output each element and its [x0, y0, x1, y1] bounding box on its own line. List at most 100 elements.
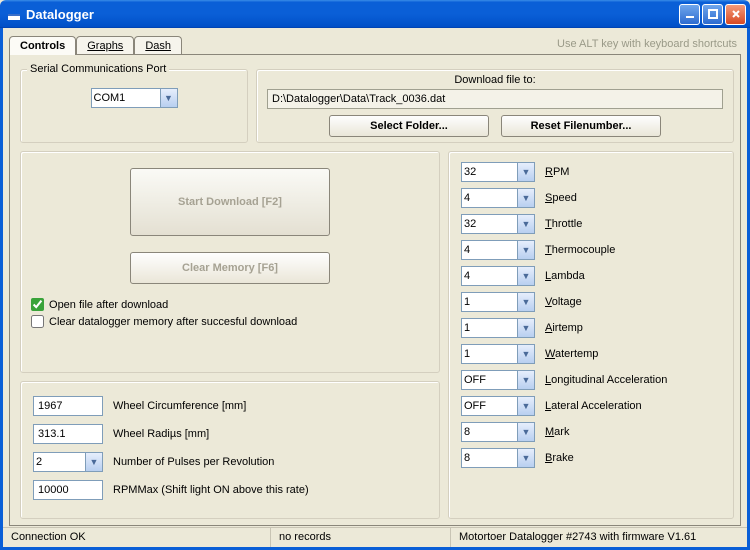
- close-button[interactable]: [725, 4, 746, 25]
- tab-graphs[interactable]: Graphs: [76, 36, 134, 54]
- dropdown-icon[interactable]: ▼: [518, 162, 535, 182]
- channel-value-input[interactable]: [461, 396, 518, 416]
- keyboard-hint: Use ALT key with keyboard shortcuts: [557, 38, 741, 54]
- channel-label: Lateral Acceleration: [545, 400, 642, 412]
- channel-label: Voltage: [545, 296, 582, 308]
- status-connection: Connection OK: [3, 528, 271, 547]
- channel-value-input[interactable]: [461, 240, 518, 260]
- dropdown-icon[interactable]: ▼: [86, 452, 103, 472]
- dropdown-icon[interactable]: ▼: [518, 370, 535, 390]
- channel-select[interactable]: ▼: [461, 292, 535, 312]
- channel-select[interactable]: ▼: [461, 448, 535, 468]
- status-bar: Connection OK no records Motortoer Datal…: [3, 527, 747, 547]
- serial-port-value[interactable]: [91, 88, 161, 108]
- channel-select[interactable]: ▼: [461, 162, 535, 182]
- serial-port-select[interactable]: ▼: [91, 88, 178, 108]
- channel-label: Longitudinal Acceleration: [545, 374, 667, 386]
- dropdown-icon[interactable]: ▼: [518, 266, 535, 286]
- channel-label: Lambda: [545, 270, 585, 282]
- select-folder-button[interactable]: Select Folder...: [329, 115, 489, 137]
- rpmmax-input[interactable]: [33, 480, 103, 500]
- window-title: Datalogger: [26, 7, 94, 22]
- channel-value-input[interactable]: [461, 214, 518, 234]
- dropdown-icon[interactable]: ▼: [518, 422, 535, 442]
- channel-row: ▼ Watertemp: [461, 344, 721, 364]
- dropdown-icon[interactable]: ▼: [161, 88, 178, 108]
- wheel-radius-label: Wheel Radiµs [mm]: [113, 428, 209, 440]
- channel-label: RPM: [545, 166, 569, 178]
- channel-select[interactable]: ▼: [461, 318, 535, 338]
- download-group: Download file to: Select Folder... Reset…: [256, 69, 734, 143]
- dropdown-icon[interactable]: ▼: [518, 396, 535, 416]
- app-icon: [6, 6, 22, 22]
- pulses-select[interactable]: ▼: [33, 452, 103, 472]
- channels-group: ▼RPM▼Speed▼Throttle▼Thermocouple▼Lambda▼…: [448, 151, 734, 519]
- channel-row: ▼ Airtemp: [461, 318, 721, 338]
- channel-row: ▼ RPM: [461, 162, 721, 182]
- channel-select[interactable]: ▼: [461, 214, 535, 234]
- channel-label: Brake: [545, 452, 574, 464]
- dropdown-icon[interactable]: ▼: [518, 214, 535, 234]
- channel-row: ▼ Speed: [461, 188, 721, 208]
- dropdown-icon[interactable]: ▼: [518, 240, 535, 260]
- channel-value-input[interactable]: [461, 448, 518, 468]
- status-records: no records: [271, 528, 451, 547]
- dropdown-icon[interactable]: ▼: [518, 344, 535, 364]
- channel-value-input[interactable]: [461, 370, 518, 390]
- wheel-radius-input[interactable]: [33, 424, 103, 444]
- channel-label: Thermocouple: [545, 244, 615, 256]
- channel-value-input[interactable]: [461, 266, 518, 286]
- dropdown-icon[interactable]: ▼: [518, 448, 535, 468]
- status-device: Motortoer Datalogger #2743 with firmware…: [451, 528, 747, 547]
- channel-value-input[interactable]: [461, 162, 518, 182]
- channel-row: ▼ Lateral Acceleration: [461, 396, 721, 416]
- dropdown-icon[interactable]: ▼: [518, 292, 535, 312]
- channel-label: Airtemp: [545, 322, 583, 334]
- wheel-group: Wheel Circumference [mm] Wheel Radiµs [m…: [20, 381, 440, 519]
- wheel-circumference-input[interactable]: [33, 396, 103, 416]
- clear-after-checkbox[interactable]: [31, 315, 44, 328]
- start-download-button[interactable]: Start Download [F2]: [130, 168, 330, 236]
- download-caption: Download file to:: [267, 74, 723, 86]
- minimize-button[interactable]: [679, 4, 700, 25]
- channel-label: Throttle: [545, 218, 582, 230]
- dropdown-icon[interactable]: ▼: [518, 188, 535, 208]
- pulses-label: Number of Pulses per Revolution: [113, 456, 274, 468]
- channel-select[interactable]: ▼: [461, 370, 535, 390]
- channel-row: ▼ Brake: [461, 448, 721, 468]
- channel-row: ▼ Lambda: [461, 266, 721, 286]
- reset-filenumber-button[interactable]: Reset Filenumber...: [501, 115, 661, 137]
- channel-row: ▼ Voltage: [461, 292, 721, 312]
- channel-select[interactable]: ▼: [461, 188, 535, 208]
- rpmmax-label: RPMMax (Shift light ON above this rate): [113, 484, 309, 496]
- channel-row: ▼ Longitudinal Acceleration: [461, 370, 721, 390]
- channel-select[interactable]: ▼: [461, 422, 535, 442]
- tab-controls[interactable]: Controls: [9, 36, 76, 55]
- channel-label: Speed: [545, 192, 577, 204]
- channel-label: Watertemp: [545, 348, 598, 360]
- channel-label: Mark: [545, 426, 569, 438]
- maximize-button[interactable]: [702, 4, 723, 25]
- channel-row: ▼ Thermocouple: [461, 240, 721, 260]
- actions-group: Start Download [F2] Clear Memory [F6] Op…: [20, 151, 440, 373]
- channel-row: ▼ Throttle: [461, 214, 721, 234]
- channel-value-input[interactable]: [461, 318, 518, 338]
- channel-value-input[interactable]: [461, 422, 518, 442]
- open-after-label: Open file after download: [49, 299, 168, 311]
- dropdown-icon[interactable]: ▼: [518, 318, 535, 338]
- channel-select[interactable]: ▼: [461, 344, 535, 364]
- channel-select[interactable]: ▼: [461, 240, 535, 260]
- wheel-circumference-label: Wheel Circumference [mm]: [113, 400, 246, 412]
- clear-after-label: Clear datalogger memory after succesful …: [49, 316, 297, 328]
- serial-port-label: Serial Communications Port: [27, 63, 169, 75]
- serial-port-group: Serial Communications Port ▼: [20, 69, 248, 143]
- channel-value-input[interactable]: [461, 344, 518, 364]
- tab-dash[interactable]: Dash: [134, 36, 182, 54]
- download-path-field[interactable]: [267, 89, 723, 109]
- clear-memory-button[interactable]: Clear Memory [F6]: [130, 252, 330, 284]
- channel-value-input[interactable]: [461, 292, 518, 312]
- open-after-checkbox[interactable]: [31, 298, 44, 311]
- channel-value-input[interactable]: [461, 188, 518, 208]
- channel-select[interactable]: ▼: [461, 396, 535, 416]
- channel-select[interactable]: ▼: [461, 266, 535, 286]
